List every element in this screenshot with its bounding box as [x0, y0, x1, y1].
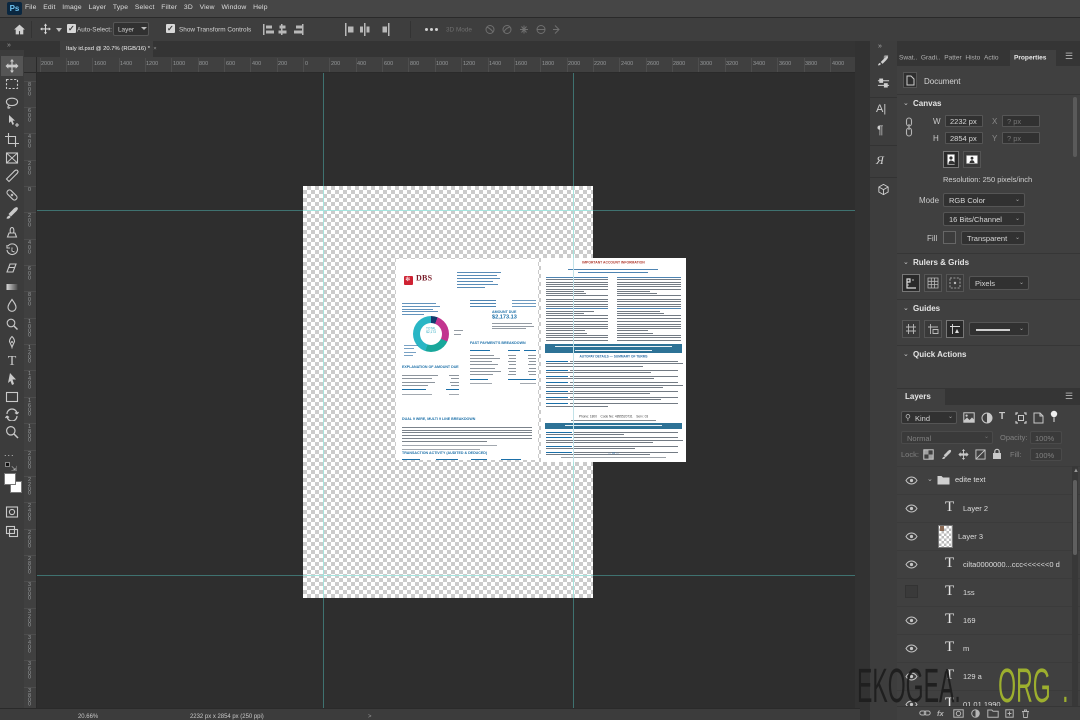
svg-text:E: E	[884, 56, 887, 61]
svg-text:T: T	[8, 354, 17, 367]
